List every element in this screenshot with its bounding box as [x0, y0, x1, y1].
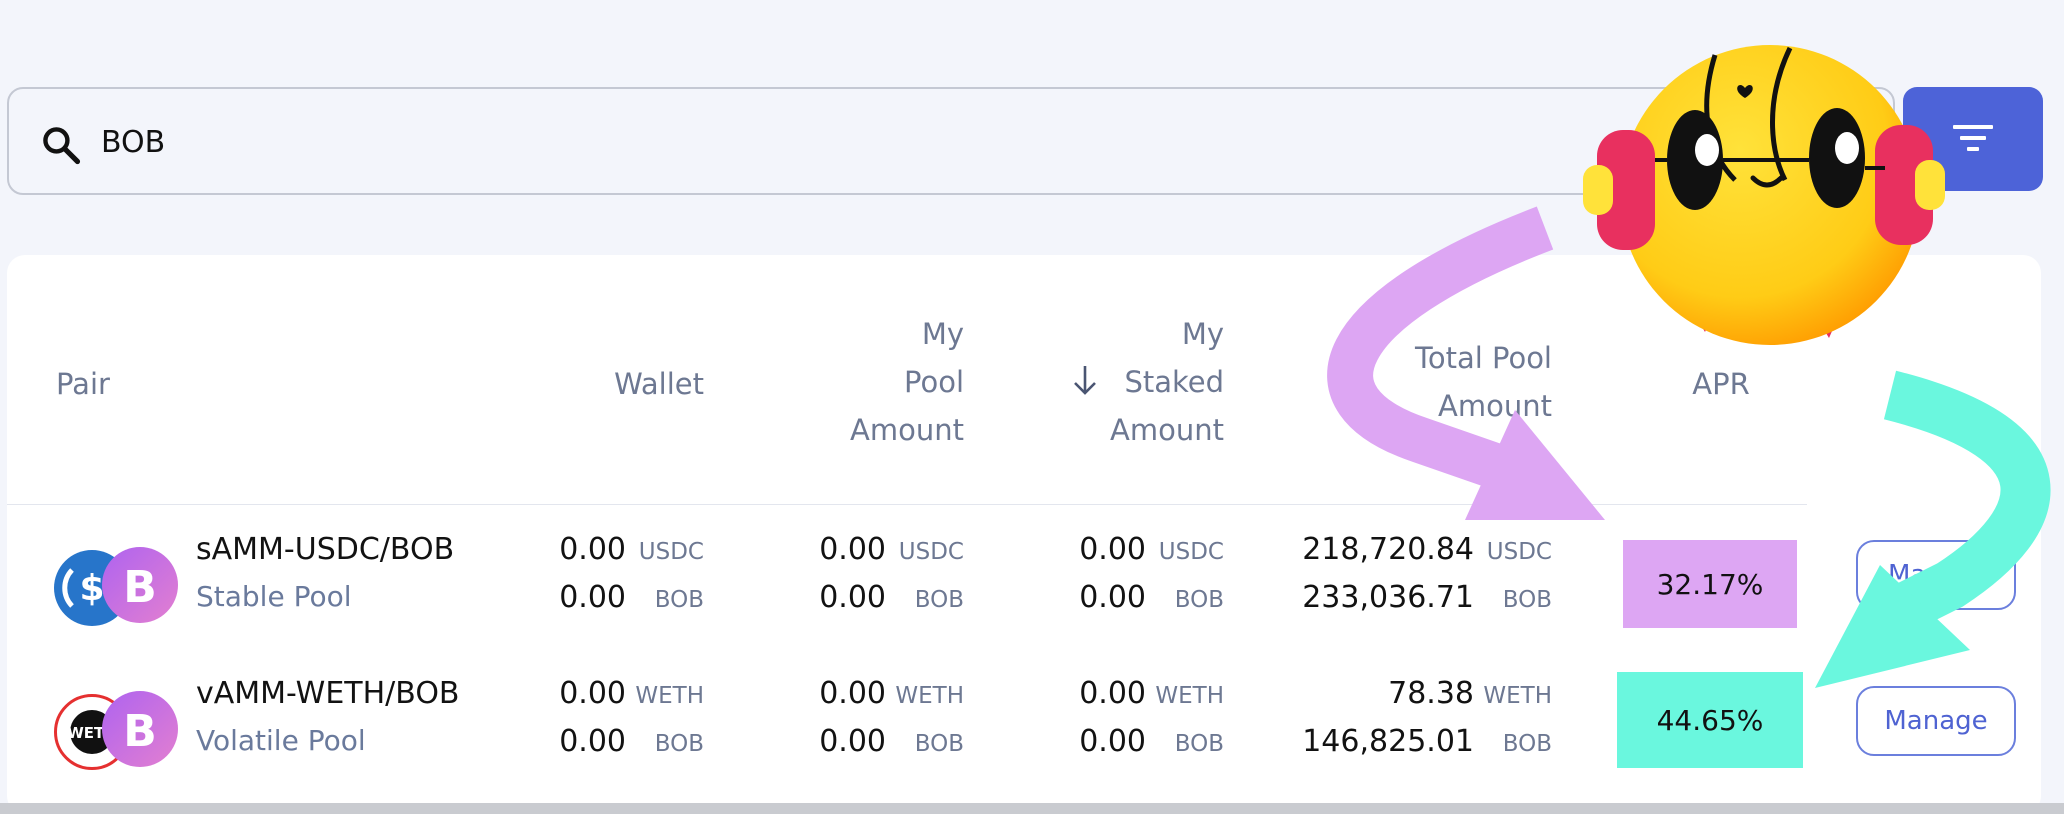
search-input[interactable] — [99, 117, 1603, 167]
amount: 0.00 — [1079, 532, 1146, 567]
unit: WETH — [1155, 683, 1224, 709]
total-pool-cell: 218,720.84 USDC 233,036.71 BOB — [1280, 532, 1552, 632]
header-my-pool-line2: Pool — [904, 365, 964, 399]
unit: USDC — [638, 539, 704, 565]
svg-text:$: $ — [79, 568, 104, 609]
apr-badge: 32.17% — [1623, 540, 1797, 628]
amount: 0.00 — [819, 724, 886, 759]
header-total-pool-amount[interactable]: Total Pool Amount — [1320, 334, 1552, 430]
header-my-staked-line1: My — [1181, 317, 1224, 351]
amount: 0.00 — [1079, 580, 1146, 615]
header-wallet[interactable]: Wallet — [560, 360, 704, 408]
bob-icon: B — [102, 691, 178, 767]
pair-icons: $ B — [54, 547, 178, 629]
amount: 0.00 — [559, 676, 626, 711]
header-my-pool-amount[interactable]: My Pool Amount — [780, 310, 964, 454]
my-pool-cell: 0.00 WETH 0.00 BOB — [760, 676, 964, 776]
unit: USDC — [1158, 539, 1224, 565]
apr-badge: 44.65% — [1617, 672, 1803, 768]
pair-name: vAMM-WETH/BOB — [196, 676, 460, 711]
amount: 0.00 — [1079, 724, 1146, 759]
bottom-scroll-edge — [0, 803, 2064, 814]
unit: BOB — [1174, 587, 1224, 613]
header-my-staked-line3: Amount — [1110, 413, 1224, 447]
header-my-pool-line1: My — [921, 317, 964, 351]
amount: 146,825.01 — [1302, 724, 1474, 759]
unit: WETH — [895, 683, 964, 709]
header-my-staked-line2: Staked — [1124, 365, 1224, 399]
header-my-staked-amount[interactable]: My Staked Amount — [1090, 310, 1224, 454]
svg-text:B: B — [123, 562, 157, 613]
amount: 0.00 — [559, 580, 626, 615]
manage-button[interactable]: Ma — [1856, 540, 2016, 610]
unit: BOB — [654, 587, 704, 613]
header-divider — [7, 504, 1807, 505]
svg-text:B: B — [123, 706, 157, 757]
unit: USDC — [1486, 539, 1552, 565]
mascot-headphones-icon — [1583, 45, 1945, 345]
my-pool-cell: 0.00 USDC 0.00 BOB — [760, 532, 964, 632]
unit: WETH — [635, 683, 704, 709]
pair-type: Stable Pool — [196, 580, 352, 613]
my-staked-cell: 0.00 USDC 0.00 BOB — [1020, 532, 1224, 632]
header-total-pool-line2: Amount — [1438, 389, 1552, 423]
amount: 0.00 — [559, 532, 626, 567]
search-icon — [43, 127, 81, 165]
pair-name: sAMM-USDC/BOB — [196, 532, 455, 567]
manage-button[interactable]: Manage — [1856, 686, 2016, 756]
unit: BOB — [914, 731, 964, 757]
bob-icon: B — [102, 547, 178, 623]
unit: BOB — [654, 731, 704, 757]
amount: 0.00 — [1079, 676, 1146, 711]
amount: 218,720.84 — [1302, 532, 1474, 567]
pair-type: Volatile Pool — [196, 724, 366, 757]
amount: 0.00 — [819, 532, 886, 567]
wallet-cell: 0.00 WETH 0.00 BOB — [500, 676, 704, 776]
header-pair[interactable]: Pair — [56, 360, 110, 408]
my-staked-cell: 0.00 WETH 0.00 BOB — [1020, 676, 1224, 776]
table-row[interactable]: $ B sAMM-USDC/BOB Stable Pool 0.00 USDC 0… — [0, 532, 2064, 652]
header-my-pool-line3: Amount — [850, 413, 964, 447]
header-total-pool-line1: Total Pool — [1415, 341, 1552, 375]
unit: BOB — [1502, 587, 1552, 613]
total-pool-cell: 78.38 WETH 146,825.01 BOB — [1280, 676, 1552, 776]
unit: BOB — [1502, 731, 1552, 757]
unit: WETH — [1483, 683, 1552, 709]
header-apr[interactable]: APR — [1680, 360, 1762, 408]
amount: 0.00 — [819, 580, 886, 615]
wallet-cell: 0.00 USDC 0.00 BOB — [500, 532, 704, 632]
unit: BOB — [914, 587, 964, 613]
amount: 233,036.71 — [1302, 580, 1474, 615]
amount: 0.00 — [559, 724, 626, 759]
amount: 78.38 — [1388, 676, 1474, 711]
unit: USDC — [898, 539, 964, 565]
unit: BOB — [1174, 731, 1224, 757]
table-row[interactable]: WETH B vAMM-WETH/BOB Volatile Pool 0.00 W… — [0, 672, 2064, 796]
amount: 0.00 — [819, 676, 886, 711]
pair-icons: WETH B — [54, 691, 178, 773]
